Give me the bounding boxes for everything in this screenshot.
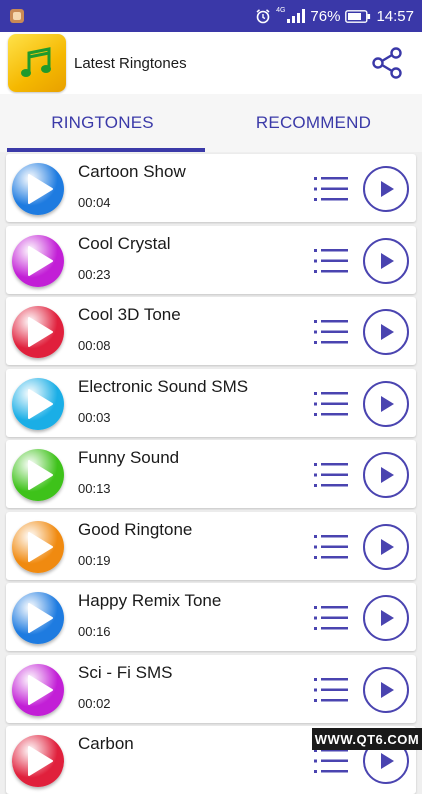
play-icon xyxy=(381,682,394,698)
tab-recommend-label: RECOMMEND xyxy=(255,113,372,132)
ringtone-title: Electronic Sound SMS xyxy=(78,377,249,396)
list-item[interactable]: Sci - Fi SMS 00:02 xyxy=(6,655,416,723)
ringtone-play-icon[interactable] xyxy=(12,163,64,215)
play-button[interactable] xyxy=(363,452,409,498)
play-triangle-icon xyxy=(28,317,53,347)
play-button[interactable] xyxy=(363,166,409,212)
ringtone-title: Cool 3D Tone xyxy=(78,305,181,324)
list-menu-icon[interactable] xyxy=(314,461,348,489)
app-bar: Latest Ringtones xyxy=(0,32,422,94)
play-icon xyxy=(381,253,394,269)
tab-selected-indicator xyxy=(7,148,205,152)
play-triangle-icon xyxy=(28,532,53,562)
ringtone-title: Happy Remix Tone xyxy=(78,591,222,610)
clock: 14:57 xyxy=(376,7,414,25)
status-right: 4G 76% 14:57 xyxy=(255,6,414,25)
status-bar: 4G 76% 14:57 xyxy=(0,0,422,32)
ringtone-play-icon[interactable] xyxy=(12,235,64,287)
play-icon xyxy=(381,396,394,412)
list-item[interactable]: Funny Sound 00:13 xyxy=(6,440,416,508)
play-button[interactable] xyxy=(363,667,409,713)
play-triangle-icon xyxy=(28,603,53,633)
ringtone-play-icon[interactable] xyxy=(12,306,64,358)
ringtone-title: Carbon xyxy=(78,734,134,753)
ringtone-duration: 00:19 xyxy=(78,553,111,568)
ringtone-play-icon[interactable] xyxy=(12,378,64,430)
music-note-icon xyxy=(21,47,51,77)
ringtone-play-icon[interactable] xyxy=(12,449,64,501)
signal-icon xyxy=(287,9,306,23)
play-button[interactable] xyxy=(363,381,409,427)
list-item[interactable]: Cool Crystal 00:23 xyxy=(6,226,416,294)
ringtone-title: Cartoon Show xyxy=(78,162,186,181)
ringtone-play-icon[interactable] xyxy=(12,664,64,716)
play-triangle-icon xyxy=(28,675,53,705)
ringtone-duration: 00:04 xyxy=(78,195,111,210)
tab-ringtones[interactable]: RINGTONES xyxy=(0,94,205,152)
tab-bar: RINGTONES RECOMMEND xyxy=(0,94,422,152)
list-menu-icon[interactable] xyxy=(314,247,348,275)
play-icon xyxy=(381,610,394,626)
watermark: WWW.QT6.COM xyxy=(312,728,422,750)
play-icon xyxy=(381,467,394,483)
ringtone-title: Sci - Fi SMS xyxy=(78,663,173,682)
app-title: Latest Ringtones xyxy=(74,54,187,72)
list-item[interactable]: Happy Remix Tone 00:16 xyxy=(6,583,416,651)
list-item[interactable]: Cartoon Show 00:04 xyxy=(6,154,416,222)
ringtone-duration: 00:23 xyxy=(78,267,111,282)
play-icon xyxy=(381,324,394,340)
list-menu-icon[interactable] xyxy=(314,390,348,418)
share-icon[interactable] xyxy=(370,46,404,80)
battery-icon xyxy=(345,9,371,23)
alarm-icon xyxy=(256,9,270,24)
tab-recommend[interactable]: RECOMMEND xyxy=(205,94,422,152)
list-menu-icon[interactable] xyxy=(314,604,348,632)
ringtone-duration: 00:13 xyxy=(78,481,111,496)
ringtone-duration: 00:03 xyxy=(78,410,111,425)
ringtone-title: Funny Sound xyxy=(78,448,180,467)
ringtone-duration: 00:16 xyxy=(78,624,111,639)
ringtone-duration: 00:08 xyxy=(78,338,111,353)
ringtone-play-icon[interactable] xyxy=(12,521,64,573)
play-button[interactable] xyxy=(363,238,409,284)
list-menu-icon[interactable] xyxy=(314,318,348,346)
play-button[interactable] xyxy=(363,309,409,355)
list-menu-icon[interactable] xyxy=(314,747,348,775)
list-item[interactable]: Good Ringtone 00:19 xyxy=(6,512,416,580)
list-menu-icon[interactable] xyxy=(314,175,348,203)
network-label: 4G xyxy=(276,6,286,14)
play-triangle-icon xyxy=(28,460,53,490)
play-triangle-icon xyxy=(28,174,53,204)
tab-ringtones-label: RINGTONES xyxy=(51,113,154,132)
list-item[interactable]: Electronic Sound SMS 00:03 xyxy=(6,369,416,437)
ringtone-play-icon[interactable] xyxy=(12,735,64,787)
play-button[interactable] xyxy=(363,524,409,570)
app-logo xyxy=(8,34,66,92)
play-button[interactable] xyxy=(363,595,409,641)
list-menu-icon[interactable] xyxy=(314,533,348,561)
play-triangle-icon xyxy=(28,389,53,419)
ringtone-duration: 00:02 xyxy=(78,696,111,711)
list-menu-icon[interactable] xyxy=(314,676,348,704)
notification-icon xyxy=(10,9,24,23)
battery-percent: 76% xyxy=(310,7,341,25)
play-icon xyxy=(381,539,394,555)
list-item[interactable]: Cool 3D Tone 00:08 xyxy=(6,297,416,365)
play-icon xyxy=(381,753,394,769)
ringtone-title: Cool Crystal xyxy=(78,234,171,253)
ringtone-title: Good Ringtone xyxy=(78,520,193,539)
play-triangle-icon xyxy=(28,246,53,276)
play-icon xyxy=(381,181,394,197)
ringtone-play-icon[interactable] xyxy=(12,592,64,644)
